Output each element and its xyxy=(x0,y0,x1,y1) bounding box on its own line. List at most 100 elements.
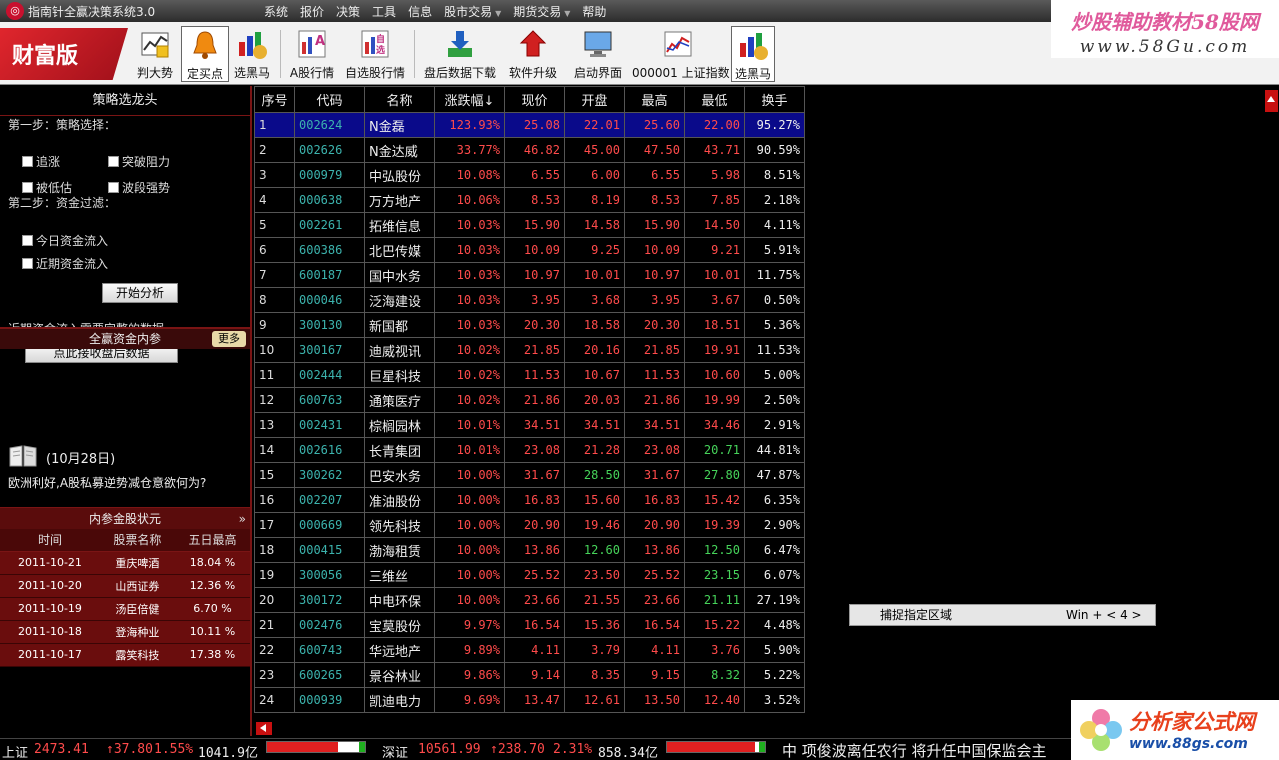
grid-row[interactable]: 12 600763 通策医疗 10.02% 21.86 20.03 21.86 19.99 2.… xyxy=(254,387,805,413)
menu-item[interactable]: 股市交易 ▼ xyxy=(438,3,507,20)
grid-column-header[interactable]: 最低 xyxy=(684,86,745,113)
grid-row[interactable]: 10 300167 迪威视讯 10.02% 21.85 20.16 21.85 19.91 11… xyxy=(254,337,805,363)
menu-item[interactable]: 期货交易 ▼ xyxy=(507,3,576,20)
grid-column-header[interactable]: 最高 xyxy=(624,86,685,113)
grid-cell-open: 15.60 xyxy=(564,487,625,513)
grid-column-header[interactable]: 换手 xyxy=(744,86,805,113)
grid-row[interactable]: 19 300056 三维丝 10.00% 25.52 23.50 25.52 23.15 6.0… xyxy=(254,562,805,588)
grid-row[interactable]: 7 600187 国中水务 10.03% 10.97 10.01 10.97 10.01 11.… xyxy=(254,262,805,288)
sz-index: 10561.99 xyxy=(418,742,481,757)
grid-cell-chg: 10.03% xyxy=(434,262,505,288)
grid-cell-seq: 1 xyxy=(254,112,295,138)
grid-cell-turn: 6.07% xyxy=(744,562,805,588)
grid-row[interactable]: 22 600743 华远地产 9.89% 4.11 3.79 4.11 3.76 5.90% xyxy=(254,637,805,663)
grid-cell-name: 景谷林业 xyxy=(364,662,435,688)
grid-column-header[interactable]: 名称 xyxy=(364,86,435,113)
grid-cell-seq: 22 xyxy=(254,637,295,663)
grid-row[interactable]: 5 002261 拓维信息 10.03% 15.90 14.58 15.90 14.50 4.1… xyxy=(254,212,805,238)
grid-cell-open: 34.51 xyxy=(564,412,625,438)
gold-stocks-column-header: 股票名称 xyxy=(99,529,175,552)
grid-row[interactable]: 3 000979 中弘股份 10.08% 6.55 6.00 6.55 5.98 8.51% xyxy=(254,162,805,188)
toolbar-darkhorse-button[interactable]: 选黑马 xyxy=(232,26,272,82)
toolbar-startup-button[interactable]: 启动界面 xyxy=(570,26,626,82)
grid-cell-name: 领先科技 xyxy=(364,512,435,538)
option-recent-inflow[interactable]: 近期资金流入 xyxy=(22,255,108,272)
capture-region-menu-item[interactable]: 捕捉指定区域 Win + < 4 > xyxy=(849,604,1156,626)
toolbar-label: 选黑马 xyxy=(233,66,270,80)
grid-row[interactable]: 17 000669 领先科技 10.00% 20.90 19.46 20.90 19.39 2.… xyxy=(254,512,805,538)
menu-item[interactable]: 工具 xyxy=(366,3,402,20)
gold-stock-row[interactable]: 2011-10-18 登海种业 10.11 % xyxy=(0,620,250,644)
gold-stocks-header-row: 时间 股票名称 五日最高 xyxy=(0,529,250,552)
grid-cell-high: 10.09 xyxy=(624,237,685,263)
checkbox[interactable] xyxy=(22,258,33,269)
grid-row[interactable]: 24 000939 凯迪电力 9.69% 13.47 12.61 13.50 12.40 3.5… xyxy=(254,687,805,713)
checkbox[interactable] xyxy=(108,182,119,193)
grid-cell-seq: 18 xyxy=(254,537,295,563)
option-chase-rise[interactable]: 追涨 xyxy=(22,153,60,170)
toolbar-custom-stocks-button[interactable]: 自 选 自选股行情 xyxy=(342,26,408,82)
grid-cell-name: N金达威 xyxy=(364,137,435,163)
grid-column-header[interactable]: 涨跌幅↓ xyxy=(434,86,505,113)
grid-row[interactable]: 8 000046 泛海建设 10.03% 3.95 3.68 3.95 3.67 0.50% xyxy=(254,287,805,313)
grid-row[interactable]: 14 002616 长青集团 10.01% 23.08 21.28 23.08 20.71 44… xyxy=(254,437,805,463)
grid-cell-low: 21.11 xyxy=(684,587,745,613)
toolbar-index-button[interactable]: 000001 上证指数 xyxy=(632,26,730,82)
grid-cell-code: 000638 xyxy=(294,187,365,213)
toolbar-trend-button[interactable]: 判大势 xyxy=(134,26,176,82)
grid-row[interactable]: 15 300262 巴安水务 10.00% 31.67 28.50 31.67 27.80 47… xyxy=(254,462,805,488)
grid-cell-low: 23.15 xyxy=(684,562,745,588)
more-button[interactable]: 更多 xyxy=(212,331,246,347)
grid-row[interactable]: 2 002626 N金达威 33.77% 46.82 45.00 47.50 43.71 90.… xyxy=(254,137,805,163)
checkbox[interactable] xyxy=(22,182,33,193)
grid-cell-name: 泛海建设 xyxy=(364,287,435,313)
gold-stock-row[interactable]: 2011-10-17 露笑科技 17.38 % xyxy=(0,643,250,667)
checkbox[interactable] xyxy=(22,156,33,167)
grid-cell-chg: 9.86% xyxy=(434,662,505,688)
grid-cell-name: 中电环保 xyxy=(364,587,435,613)
grid-cell-open: 3.79 xyxy=(564,637,625,663)
grid-row[interactable]: 4 000638 万方地产 10.06% 8.53 8.19 8.53 7.85 2.18% xyxy=(254,187,805,213)
checkbox[interactable] xyxy=(108,156,119,167)
start-analysis-button[interactable]: 开始分析 xyxy=(102,283,178,303)
toolbar-darkhorse-button-2[interactable]: 选黑马 xyxy=(731,26,775,82)
menu-item[interactable]: 信息 xyxy=(402,3,438,20)
expand-icon[interactable]: » xyxy=(239,508,246,530)
grid-row[interactable]: 18 000415 渤海租赁 10.00% 13.86 12.60 13.86 12.50 6.… xyxy=(254,537,805,563)
option-band-strength[interactable]: 波段强势 xyxy=(108,179,170,196)
grid-row[interactable]: 11 002444 巨星科技 10.02% 11.53 10.67 11.53 10.60 5.… xyxy=(254,362,805,388)
menu-item[interactable]: 决策 xyxy=(330,3,366,20)
scroll-left-icon[interactable] xyxy=(256,722,272,735)
scroll-up-icon[interactable] xyxy=(1265,90,1278,112)
menu-item[interactable]: 系统 xyxy=(258,3,294,20)
toolbar-a-share-button[interactable]: A A股行情 xyxy=(288,26,336,82)
grid-column-header[interactable]: 开盘 xyxy=(564,86,625,113)
news-ticker[interactable]: 中 项俊波离任农行 将升任中国保监会主 xyxy=(782,740,1047,760)
toolbar-upgrade-button[interactable]: 软件升级 xyxy=(505,26,561,82)
grid-row[interactable]: 23 600265 景谷林业 9.86% 9.14 8.35 9.15 8.32 5.22% xyxy=(254,662,805,688)
grid-column-header[interactable]: 现价 xyxy=(504,86,565,113)
gold-stock-row[interactable]: 2011-10-19 汤臣倍健 6.70 % xyxy=(0,597,250,621)
grid-column-header[interactable]: 序号 xyxy=(254,86,295,113)
grid-column-header[interactable]: 代码 xyxy=(294,86,365,113)
menu-item[interactable]: 帮助 xyxy=(576,3,612,20)
toolbar-download-button[interactable]: 盘后数据下载 xyxy=(422,26,498,82)
grid-cell-turn: 11.53% xyxy=(744,337,805,363)
grid-row[interactable]: 21 002476 宝莫股份 9.97% 16.54 15.36 16.54 15.22 4.4… xyxy=(254,612,805,638)
option-today-inflow[interactable]: 今日资金流入 xyxy=(22,232,108,249)
gold-stock-row[interactable]: 2011-10-21 重庆啤酒 18.04 % xyxy=(0,551,250,575)
grid-row[interactable]: 13 002431 棕榈园林 10.01% 34.51 34.51 34.51 34.46 2.… xyxy=(254,412,805,438)
grid-row[interactable]: 16 002207 准油股份 10.00% 16.83 15.60 16.83 15.42 6.… xyxy=(254,487,805,513)
news-headline-link[interactable]: 欧洲利好,A股私募逆势减仓意欲何为? xyxy=(8,474,206,491)
grid-row[interactable]: 1 002624 N金磊 123.93% 25.08 22.01 25.60 22.00 95.… xyxy=(254,112,805,138)
grid-row[interactable]: 20 300172 中电环保 10.00% 23.66 21.55 23.66 21.11 27… xyxy=(254,587,805,613)
grid-row[interactable]: 6 600386 北巴传媒 10.03% 10.09 9.25 10.09 9.21 5.91% xyxy=(254,237,805,263)
menu-item[interactable]: 报价 xyxy=(294,3,330,20)
option-breakthrough[interactable]: 突破阻力 xyxy=(108,153,170,170)
checkbox[interactable] xyxy=(22,235,33,246)
grid-row[interactable]: 9 300130 新国都 10.03% 20.30 18.58 20.30 18.51 5.36… xyxy=(254,312,805,338)
toolbar-buypoint-button[interactable]: 定买点 xyxy=(181,26,229,82)
vertical-scrollbar[interactable] xyxy=(1264,86,1279,736)
grid-cell-chg: 10.03% xyxy=(434,212,505,238)
gold-stock-row[interactable]: 2011-10-20 山西证券 12.36 % xyxy=(0,574,250,598)
